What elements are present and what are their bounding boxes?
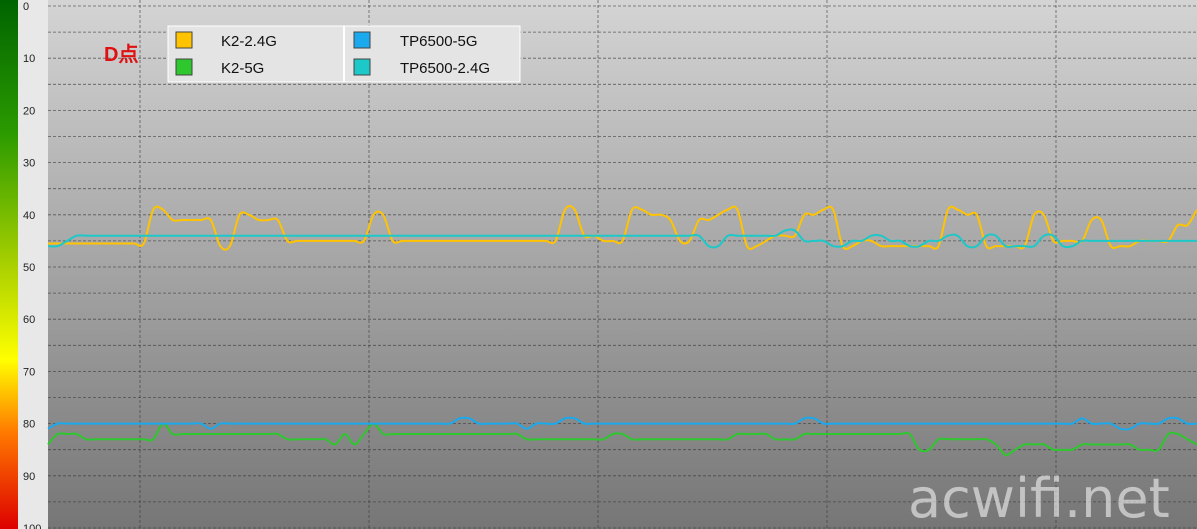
y-tick-label: 100 bbox=[23, 523, 41, 529]
y-tick-label: 40 bbox=[23, 210, 35, 222]
location-annotation: D点 bbox=[104, 43, 138, 66]
chart-svg: 0 10 20 30 40 50 60 70 80 90 100 K2-2.4G K2-5G TP6… bbox=[0, 0, 1197, 529]
y-tick-label: 30 bbox=[23, 158, 35, 170]
y-tick-label: 0 bbox=[23, 1, 29, 13]
signal-strength-chart: 0 10 20 30 40 50 60 70 80 90 100 K2-2.4G K2-5G TP6… bbox=[0, 0, 1197, 529]
legend-label-k2-24g: K2-2.4G bbox=[221, 33, 277, 50]
legend-label-k2-5g: K2-5G bbox=[221, 60, 264, 77]
y-tick-label: 70 bbox=[23, 366, 35, 378]
y-tick-label: 20 bbox=[23, 105, 35, 117]
legend-label-tp6500-24g: TP6500-2.4G bbox=[400, 60, 490, 77]
y-tick-label: 10 bbox=[23, 53, 35, 65]
watermark: acwifi.net bbox=[908, 467, 1170, 529]
legend-swatch-tp6500-5g bbox=[353, 31, 371, 49]
y-tick-label: 90 bbox=[23, 471, 35, 483]
y-tick-label: 50 bbox=[23, 262, 35, 274]
legend-swatch-tp6500-24g bbox=[353, 58, 371, 76]
legend-swatch-k2-24g bbox=[175, 31, 193, 49]
y-tick-label: 60 bbox=[23, 314, 35, 326]
strength-color-bar bbox=[0, 0, 18, 529]
y-tick-label: 80 bbox=[23, 419, 35, 431]
legend-label-tp6500-5g: TP6500-5G bbox=[400, 33, 478, 50]
legend-swatch-k2-5g bbox=[175, 58, 193, 76]
legend: K2-2.4G K2-5G TP6500-5G TP6500-2.4G bbox=[167, 25, 521, 83]
